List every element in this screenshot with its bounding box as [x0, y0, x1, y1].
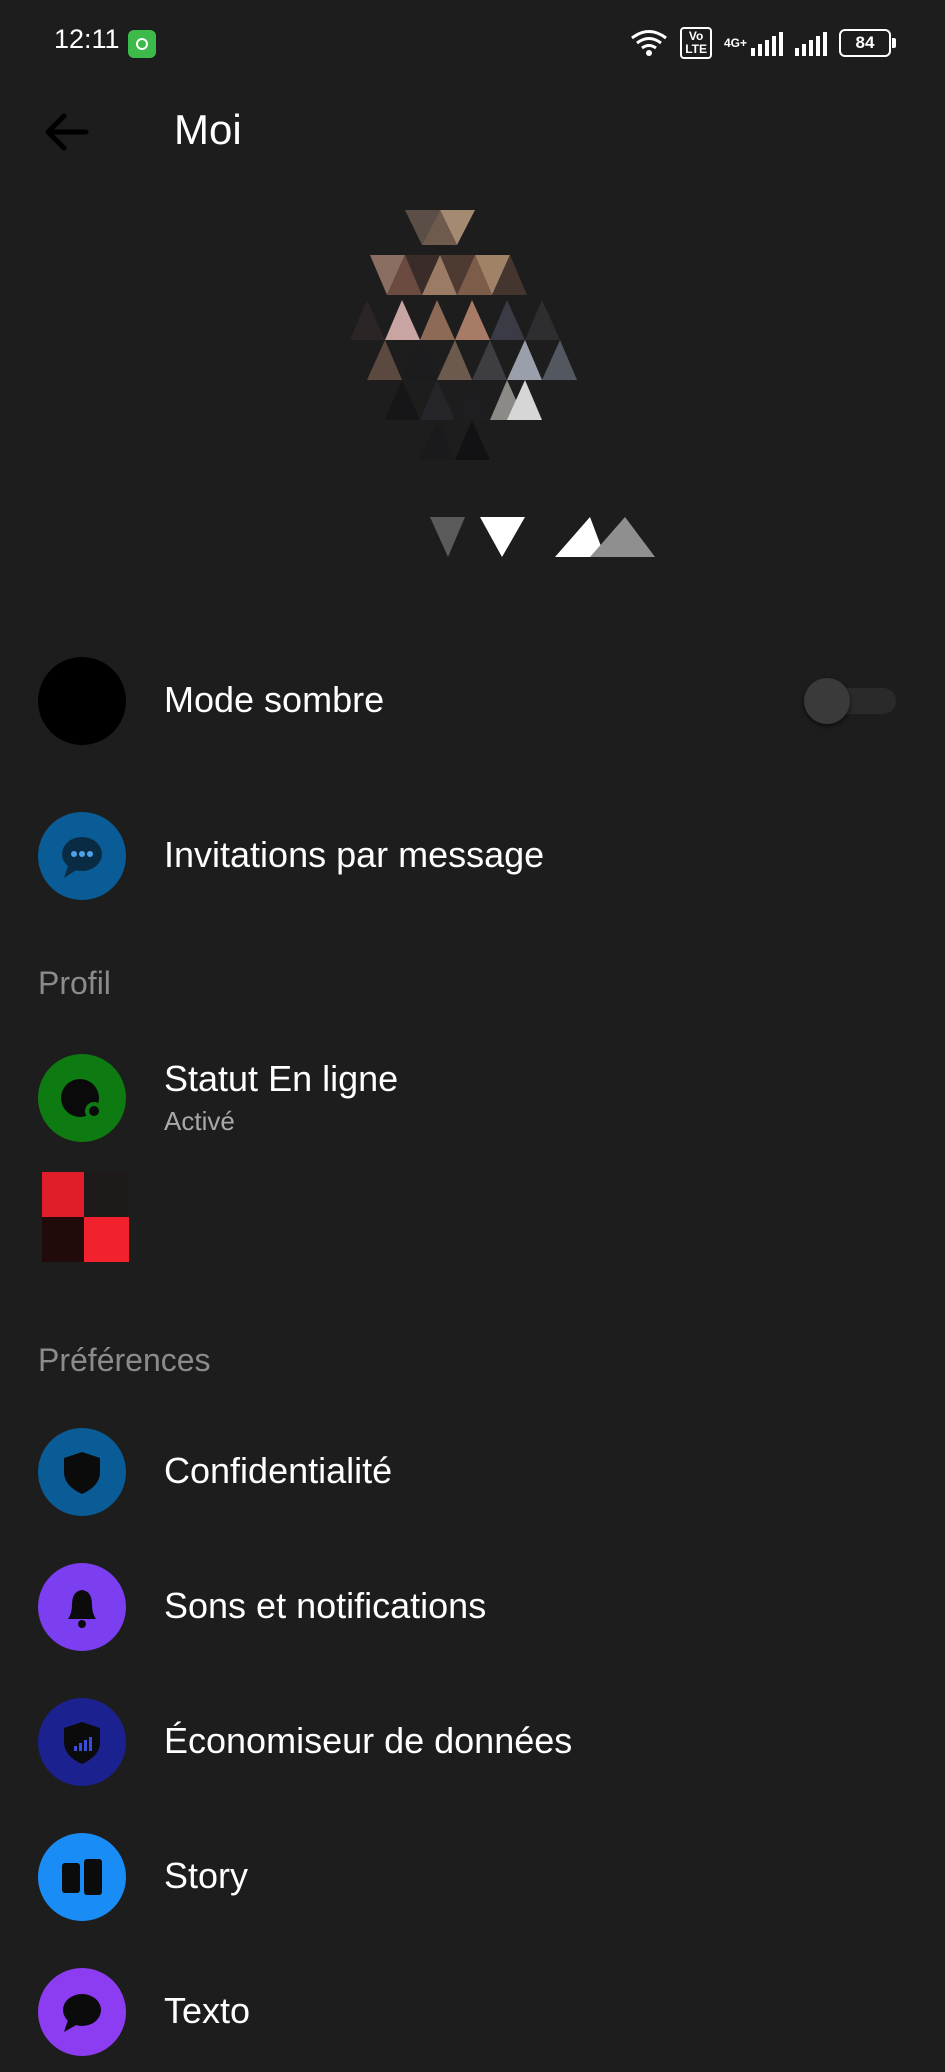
section-header-preferences: Préférences — [38, 1342, 211, 1378]
bell-icon — [38, 1563, 126, 1651]
story-label: Story — [164, 1855, 249, 1896]
dark-mode-label: Mode sombre — [164, 679, 385, 720]
dark-mode-toggle[interactable] — [800, 676, 898, 726]
message-invitations-row[interactable]: Invitations par message — [0, 796, 945, 916]
online-status-label: Statut En ligne — [164, 1058, 399, 1099]
shield-signal-icon — [38, 1698, 126, 1786]
privacy-label: Confidentialité — [164, 1450, 393, 1491]
signal-strength-icon — [751, 30, 783, 56]
sms-row[interactable]: Texto — [0, 1952, 945, 2072]
chat-bubble-dots-icon — [38, 812, 126, 900]
shield-icon — [38, 1428, 126, 1516]
sounds-notifications-label: Sons et notifications — [164, 1585, 487, 1626]
online-status-value: Activé — [164, 1106, 235, 1136]
sounds-notifications-row[interactable]: Sons et notifications — [0, 1547, 945, 1667]
status-time: 12:11 — [54, 24, 120, 54]
profile-name-obscured — [430, 512, 660, 562]
arrow-left-icon — [45, 113, 89, 151]
status-bar: 12:11 Vo LTE 4G+ 84 — [0, 0, 945, 86]
online-dot-icon — [38, 1054, 126, 1142]
redacted-item-icon[interactable] — [42, 1172, 132, 1262]
dark-mode-row[interactable]: Mode sombre — [0, 641, 945, 761]
back-button[interactable] — [38, 108, 98, 156]
profile-avatar[interactable] — [330, 205, 610, 485]
data-saver-label: Économiseur de données — [164, 1720, 573, 1761]
story-row[interactable]: Story — [0, 1817, 945, 1937]
speech-bubble-icon — [38, 1968, 126, 2056]
page-title: Moi — [174, 106, 242, 153]
online-status-row[interactable]: Statut En ligne Activé — [0, 1036, 945, 1156]
message-invitations-label: Invitations par message — [164, 834, 545, 875]
sms-label: Texto — [164, 1990, 251, 2031]
network-type: 4G+ — [723, 36, 747, 50]
data-saver-row[interactable]: Économiseur de données — [0, 1682, 945, 1802]
section-header-profile: Profil — [38, 965, 111, 1001]
status-icons: Vo LTE 4G+ 84 — [630, 26, 896, 60]
battery-icon: 84 — [839, 29, 896, 57]
top-app-bar: Moi — [0, 86, 945, 176]
moon-icon — [38, 657, 126, 745]
notification-app-icon — [128, 30, 156, 58]
story-icon — [38, 1833, 126, 1921]
wifi-icon — [631, 30, 668, 56]
signal-strength-icon-2 — [795, 30, 827, 56]
privacy-row[interactable]: Confidentialité — [0, 1412, 945, 1532]
volte-icon: Vo LTE — [680, 27, 712, 59]
